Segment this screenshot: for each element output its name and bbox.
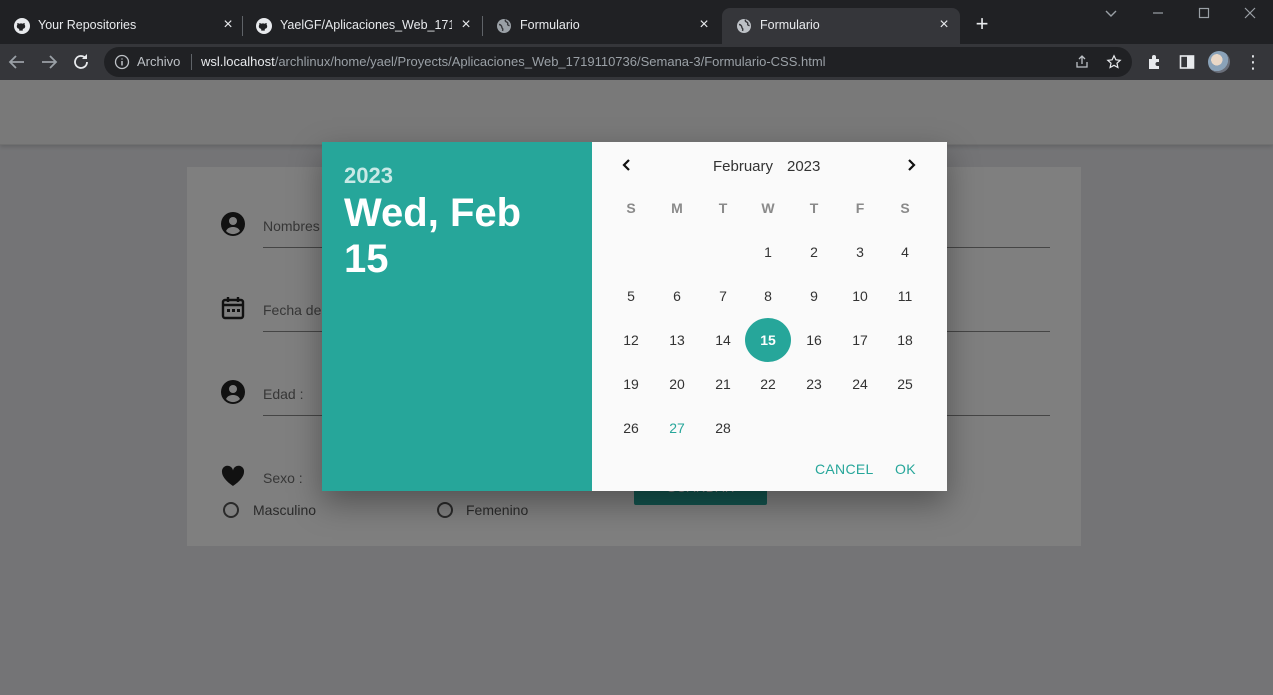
- maximize-icon[interactable]: [1194, 5, 1214, 25]
- datepicker-header-year[interactable]: 2023: [344, 163, 393, 189]
- weekday-label: W: [761, 200, 775, 216]
- close-icon[interactable]: ×: [696, 17, 712, 33]
- day-cell-selected[interactable]: 15: [745, 318, 791, 362]
- tab-title: Your Repositories: [38, 18, 137, 32]
- globe-icon: [497, 19, 511, 33]
- back-arrow-icon[interactable]: [6, 51, 28, 73]
- omnibox-divider: [191, 54, 192, 70]
- tab-search-chevron-icon[interactable]: [1101, 5, 1121, 25]
- github-icon: [256, 18, 272, 34]
- url-text[interactable]: wsl.localhost/archlinux/home/yael/Proyec…: [201, 54, 826, 69]
- datepicker-header-date: Wed, Feb 15: [344, 191, 522, 281]
- month-select[interactable]: February: [713, 158, 773, 175]
- reload-icon[interactable]: [70, 51, 92, 73]
- forward-arrow-icon[interactable]: [38, 51, 60, 73]
- day-cell[interactable]: 12: [608, 318, 654, 362]
- day-cell[interactable]: 13: [654, 318, 700, 362]
- datepicker-calendar: February 2023 SMTWTFS 1 2 3 4 5 6 7 8 9 10 11 12 13 1…: [592, 142, 947, 491]
- datepicker-header: 2023 Wed, Feb 15: [322, 142, 592, 491]
- browser-toolbar: Archivo wsl.localhost/archlinux/home/yae…: [0, 44, 1273, 80]
- github-icon: [14, 18, 30, 34]
- day-cell[interactable]: 1: [745, 230, 791, 274]
- day-cell[interactable]: 23: [791, 362, 837, 406]
- day-cell[interactable]: 10: [837, 274, 883, 318]
- day-cell[interactable]: 3: [837, 230, 883, 274]
- extensions-puzzle-icon[interactable]: [1146, 53, 1164, 71]
- window-close-icon[interactable]: [1240, 5, 1260, 25]
- day-cell[interactable]: 25: [882, 362, 928, 406]
- day-cell[interactable]: 21: [700, 362, 746, 406]
- share-icon[interactable]: [1074, 54, 1090, 70]
- tab-formulario-1[interactable]: Formulario ×: [482, 8, 722, 44]
- weekday-label: S: [626, 200, 636, 216]
- url-host: wsl.localhost: [201, 54, 275, 69]
- day-cell[interactable]: 27: [654, 406, 700, 450]
- day-cell[interactable]: 28: [700, 406, 746, 450]
- tab-your-repositories[interactable]: Your Repositories ×: [0, 8, 242, 44]
- day-cell[interactable]: 2: [791, 230, 837, 274]
- day-cell[interactable]: 20: [654, 362, 700, 406]
- tab-title: Formulario: [520, 18, 580, 32]
- close-icon[interactable]: ×: [458, 17, 474, 33]
- chevron-left-icon[interactable]: [616, 154, 638, 176]
- browser-tabstrip: Your Repositories × YaelGF/Aplicaciones_…: [0, 0, 1273, 44]
- tab-title: YaelGF/Aplicaciones_Web_17191: [280, 18, 452, 32]
- day-cell[interactable]: 5: [608, 274, 654, 318]
- day-cell[interactable]: 22: [745, 362, 791, 406]
- star-icon[interactable]: [1106, 54, 1122, 70]
- close-icon[interactable]: ×: [220, 17, 236, 33]
- cancel-button[interactable]: CANCEL: [815, 461, 874, 477]
- weekday-label: T: [809, 200, 819, 216]
- scheme-label: Archivo: [137, 54, 181, 69]
- day-cell[interactable]: 18: [882, 318, 928, 362]
- day-cell[interactable]: 6: [654, 274, 700, 318]
- year-select[interactable]: 2023: [787, 158, 820, 175]
- day-cell[interactable]: 11: [882, 274, 928, 318]
- browser-menu-icon[interactable]: ⋮: [1244, 52, 1262, 72]
- day-cell[interactable]: 26: [608, 406, 654, 450]
- day-cell[interactable]: 19: [608, 362, 654, 406]
- datepicker-modal: 2023 Wed, Feb 15 February 2023 SMTWTFS 1…: [322, 142, 947, 491]
- weekday-label: M: [671, 200, 683, 216]
- url-path: /archlinux/home/yael/Proyects/Aplicacion…: [274, 54, 826, 69]
- minimize-icon[interactable]: [1148, 5, 1168, 25]
- close-icon[interactable]: ×: [936, 17, 952, 33]
- side-panel-icon[interactable]: [1178, 53, 1196, 71]
- day-cell[interactable]: 8: [745, 274, 791, 318]
- ok-button[interactable]: OK: [895, 461, 916, 477]
- day-cell[interactable]: 17: [837, 318, 883, 362]
- tab-formulario-2[interactable]: Formulario ×: [722, 8, 960, 44]
- day-cell[interactable]: 4: [882, 230, 928, 274]
- globe-icon: [737, 19, 751, 33]
- new-tab-button[interactable]: +: [972, 13, 992, 35]
- info-icon[interactable]: [114, 54, 130, 70]
- tab-title: Formulario: [760, 18, 820, 32]
- day-cell[interactable]: 16: [791, 318, 837, 362]
- address-bar[interactable]: Archivo wsl.localhost/archlinux/home/yae…: [104, 47, 1132, 77]
- chevron-right-icon[interactable]: [900, 154, 922, 176]
- weekday-label: S: [900, 200, 910, 216]
- day-cell[interactable]: 9: [791, 274, 837, 318]
- weekday-label: T: [718, 200, 728, 216]
- day-cell[interactable]: 24: [837, 362, 883, 406]
- profile-avatar[interactable]: [1208, 51, 1230, 73]
- day-cell[interactable]: 14: [700, 318, 746, 362]
- weekday-label: F: [855, 200, 865, 216]
- tab-aplicaciones-web[interactable]: YaelGF/Aplicaciones_Web_17191 ×: [242, 8, 482, 44]
- day-cell[interactable]: 7: [700, 274, 746, 318]
